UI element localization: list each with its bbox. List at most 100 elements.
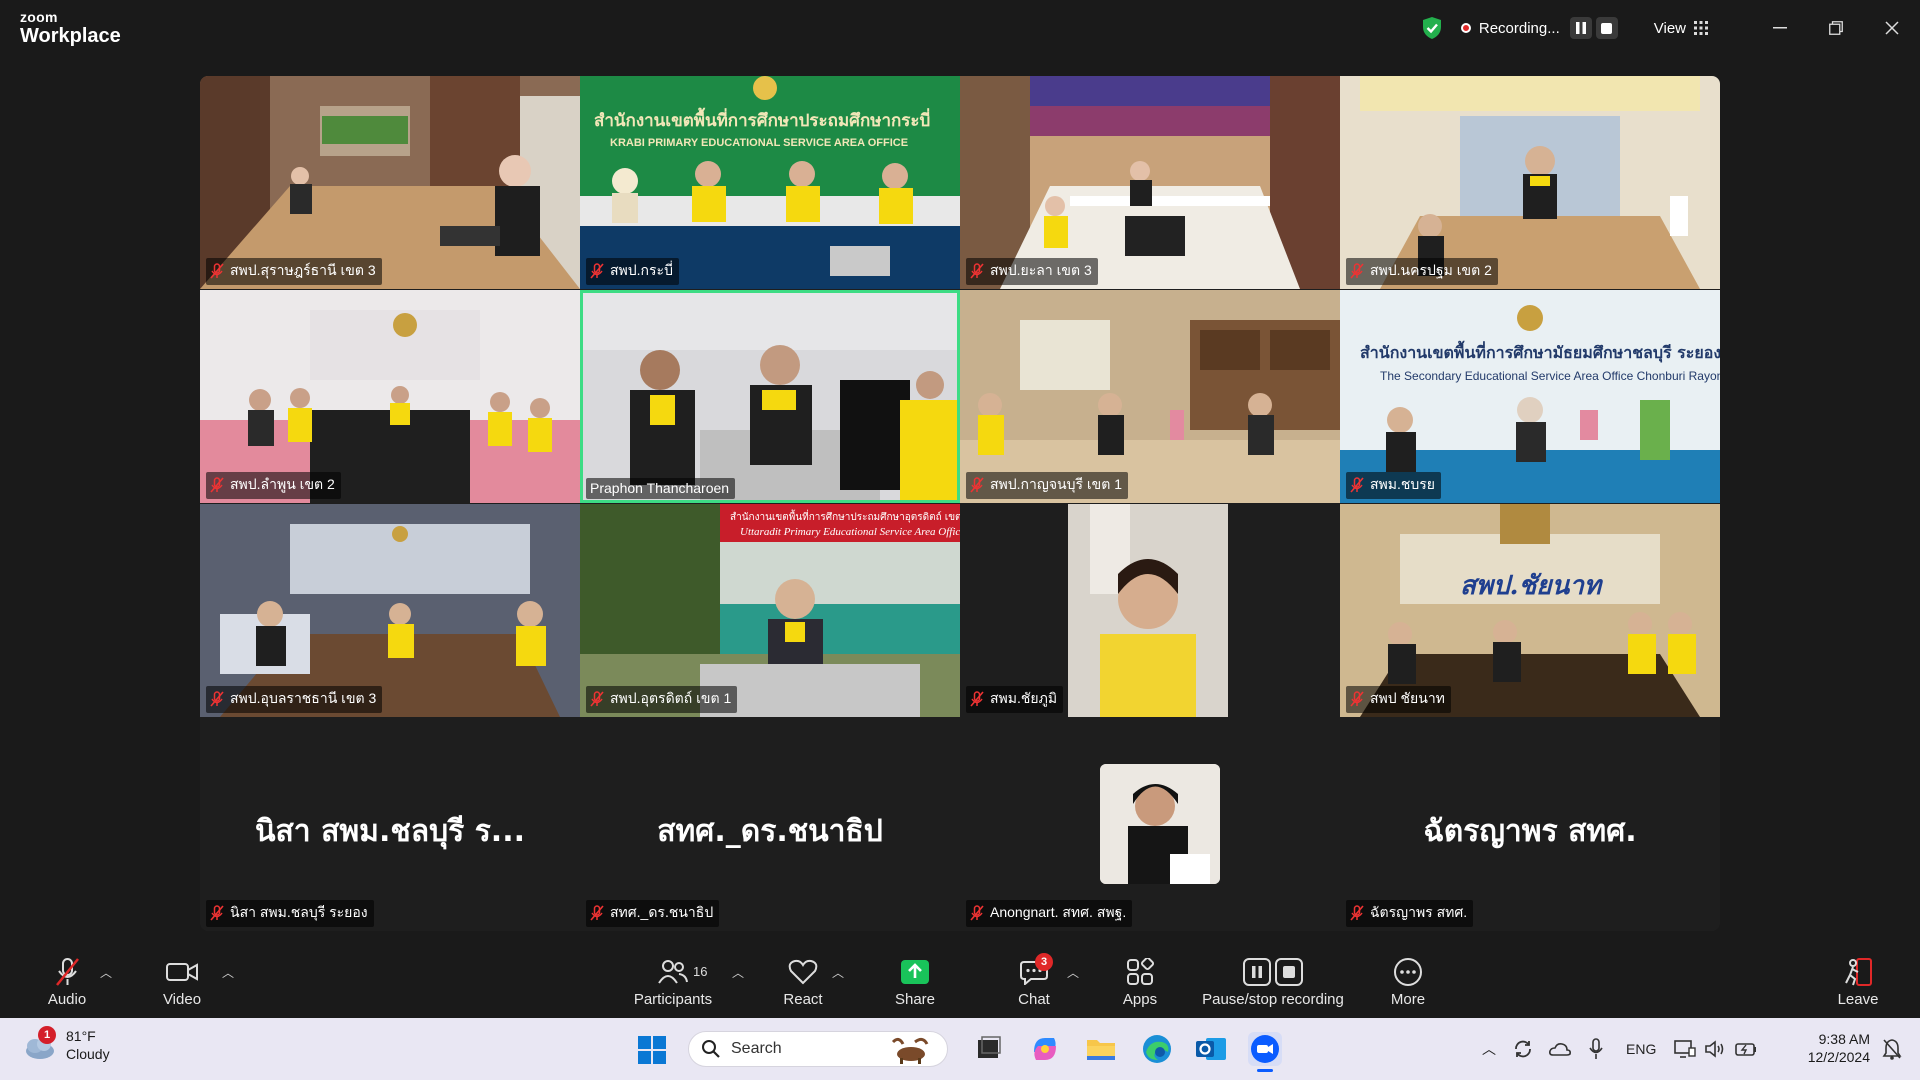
muted-mic-icon bbox=[970, 905, 984, 921]
grid-view-icon[interactable] bbox=[1694, 21, 1708, 35]
muted-mic-icon bbox=[210, 905, 224, 921]
chat-options-caret-icon[interactable]: ︿ bbox=[1067, 964, 1079, 981]
video-tile[interactable]: สพป.ชัยนาท สพป ชัยนาท bbox=[1340, 504, 1720, 717]
chat-button[interactable]: 3 Chat bbox=[1014, 946, 1054, 1018]
sync-icon[interactable] bbox=[1512, 1038, 1534, 1060]
video-tile[interactable]: สพม.ชัยภูมิ bbox=[960, 504, 1340, 717]
video-gallery: สพป.สุราษฎร์ธานี เขต 3 สำนักงานเขตพื้นที… bbox=[200, 76, 1720, 931]
participant-name-tag: สพป.ลำพูน เขต 2 bbox=[206, 472, 341, 499]
pause-icon bbox=[1575, 22, 1586, 34]
notifications-bell-icon[interactable] bbox=[1882, 1038, 1902, 1060]
battery-icon[interactable] bbox=[1734, 1039, 1758, 1059]
pause-recording-button[interactable] bbox=[1569, 17, 1592, 39]
search-label: Search bbox=[731, 1040, 782, 1057]
participant-name: Praphon Thancharoen bbox=[590, 480, 730, 496]
pause-stop-recording-button[interactable]: Pause/stop recording bbox=[1198, 946, 1348, 1018]
muted-mic-icon bbox=[210, 263, 224, 279]
participant-display-name: ฉัตรญาพร สทศ. bbox=[1423, 814, 1637, 849]
zoom-taskbar-app[interactable] bbox=[1248, 1032, 1282, 1072]
close-icon bbox=[1885, 21, 1899, 35]
participant-name: สพป.กระบี่ bbox=[610, 262, 673, 278]
participant-name: ฉัตรญาพร สทศ. bbox=[1370, 904, 1468, 920]
apps-button[interactable]: Apps bbox=[1120, 946, 1160, 1018]
video-tile[interactable]: สพป.ยะลา เขต 3 bbox=[960, 76, 1340, 289]
copilot-icon[interactable] bbox=[1028, 1032, 1062, 1066]
more-button[interactable]: More bbox=[1386, 946, 1430, 1018]
search-icon bbox=[702, 1040, 720, 1058]
network-icon[interactable] bbox=[1674, 1039, 1697, 1059]
weather-widget[interactable]: 1 81°F Cloudy bbox=[22, 1025, 110, 1063]
volume-icon[interactable] bbox=[1704, 1039, 1726, 1059]
muted-mic-icon bbox=[210, 477, 224, 493]
react-button[interactable]: React bbox=[780, 946, 826, 1018]
recording-dot-icon bbox=[1460, 23, 1471, 33]
participant-name-tag: สพป ชัยนาท bbox=[1346, 686, 1451, 713]
input-language[interactable]: ENG bbox=[1626, 1041, 1656, 1057]
chat-unread-badge: 3 bbox=[1035, 952, 1053, 971]
edge-browser-icon[interactable] bbox=[1140, 1032, 1174, 1066]
video-options-caret-icon[interactable]: ︿ bbox=[222, 964, 234, 981]
participants-button[interactable]: Participants bbox=[628, 946, 718, 1018]
video-tile[interactable]: สำนักงานเขตพื้นที่การศึกษาประถมศึกษาอุตร… bbox=[580, 504, 960, 717]
participants-options-caret-icon[interactable]: ︿ bbox=[732, 964, 744, 981]
apps-icon bbox=[1123, 957, 1157, 987]
video-tile[interactable]: สพป.ลำพูน เขต 2 bbox=[200, 290, 580, 503]
minimize-button[interactable] bbox=[1752, 0, 1808, 56]
participant-name-tag: สพป.สุราษฎร์ธานี เขต 3 bbox=[206, 258, 382, 285]
view-button[interactable]: View bbox=[1654, 20, 1686, 37]
clock-time: 9:38 AM bbox=[1818, 1031, 1870, 1047]
outlook-icon[interactable] bbox=[1194, 1032, 1228, 1066]
file-explorer-icon[interactable] bbox=[1084, 1032, 1118, 1066]
participant-name-tag: นิสา สพม.ชลบุรี ระยอง bbox=[206, 900, 374, 927]
onedrive-cloud-icon[interactable] bbox=[1548, 1039, 1572, 1059]
sign-th: สำนักงานเขตพื้นที่การศึกษามัธยมศึกษาชลบุ… bbox=[1360, 340, 1720, 363]
participant-name-tag: สพม.ชัยภูมิ bbox=[966, 686, 1064, 713]
share-button[interactable]: Share bbox=[894, 946, 936, 1018]
muted-mic-icon bbox=[1350, 263, 1364, 279]
react-options-caret-icon[interactable]: ︿ bbox=[832, 964, 844, 981]
windows-start-icon[interactable] bbox=[638, 1036, 666, 1064]
microphone-icon[interactable] bbox=[1588, 1038, 1604, 1060]
video-tile[interactable]: สำนักงานเขตพื้นที่การศึกษาประถมศึกษากระบ… bbox=[580, 76, 960, 289]
close-button[interactable] bbox=[1864, 0, 1920, 56]
video-tile[interactable]: สพป.กาญจนบุรี เขต 1 bbox=[960, 290, 1340, 503]
video-feed-praphon bbox=[580, 290, 960, 503]
video-tile-camera-off[interactable]: สทศ._ดร.ชนาธิป สทศ._ดร.ชนาธิป bbox=[580, 718, 960, 931]
participant-name: สทศ._ดร.ชนาธิป bbox=[610, 904, 714, 920]
audio-options-caret-icon[interactable]: ︿ bbox=[100, 964, 112, 981]
video-tile-active-speaker[interactable]: Praphon Thancharoen bbox=[580, 290, 960, 503]
sign-th: สพป.ชัยนาท bbox=[1460, 571, 1604, 601]
participant-name: สพม.ชบรย bbox=[1370, 476, 1436, 492]
muted-mic-icon bbox=[590, 263, 604, 279]
leave-button[interactable]: Leave bbox=[1836, 946, 1880, 1018]
encryption-shield-icon[interactable] bbox=[1421, 16, 1443, 40]
system-clock[interactable]: 9:38 AM 12/2/2024 bbox=[1808, 1030, 1870, 1066]
sign-th: สำนักงานเขตพื้นที่การศึกษาประถมศึกษาอุตร… bbox=[730, 509, 960, 523]
show-hidden-icons-chevron-icon[interactable]: ︿ bbox=[1482, 1039, 1496, 1059]
meeting-controls: Audio ︿ Video ︿ Participants 16 ︿ React … bbox=[0, 946, 1920, 1018]
video-tile-camera-off[interactable]: Anongnart. สทศ. สพฐ. bbox=[960, 718, 1340, 931]
audio-button[interactable]: Audio bbox=[40, 946, 94, 1018]
video-tile[interactable]: สพป.นครปฐม เขต 2 bbox=[1340, 76, 1720, 289]
participant-name: สพป.ลำพูน เขต 2 bbox=[230, 476, 335, 492]
share-screen-icon bbox=[898, 957, 932, 987]
stop-recording-button[interactable] bbox=[1595, 17, 1618, 39]
task-view-icon[interactable] bbox=[972, 1032, 1006, 1066]
muted-mic-icon bbox=[970, 691, 984, 707]
video-tile-camera-off[interactable]: นิสา สพม.ชลบุรี ร... นิสา สพม.ชลบุรี ระย… bbox=[200, 718, 580, 931]
sign-th: สำนักงานเขตพื้นที่การศึกษาประถมศึกษากระบ… bbox=[594, 107, 930, 131]
video-label: Video bbox=[162, 990, 202, 1008]
video-tile[interactable]: สพป.สุราษฎร์ธานี เขต 3 bbox=[200, 76, 580, 289]
muted-mic-icon bbox=[590, 905, 604, 921]
title-bar: zoom Workplace Recording... View bbox=[0, 0, 1920, 56]
zoom-logo: zoom Workplace bbox=[20, 10, 121, 46]
video-tile-camera-off[interactable]: ฉัตรญาพร สทศ. ฉัตรญาพร สทศ. bbox=[1340, 718, 1720, 931]
video-button[interactable]: Video bbox=[154, 946, 210, 1018]
video-tile[interactable]: สพป.อุบลราชธานี เขต 3 bbox=[200, 504, 580, 717]
stop-icon bbox=[1601, 22, 1613, 34]
restore-button[interactable] bbox=[1808, 0, 1864, 56]
video-tile[interactable]: สำนักงานเขตพื้นที่การศึกษามัธยมศึกษาชลบุ… bbox=[1340, 290, 1720, 503]
participant-name: Anongnart. สทศ. สพฐ. bbox=[990, 904, 1127, 920]
taskbar-search[interactable]: Search bbox=[688, 1031, 948, 1067]
windows-taskbar: 1 81°F Cloudy Search ︿ ENG 9:38 AM 12/2/… bbox=[0, 1018, 1920, 1080]
